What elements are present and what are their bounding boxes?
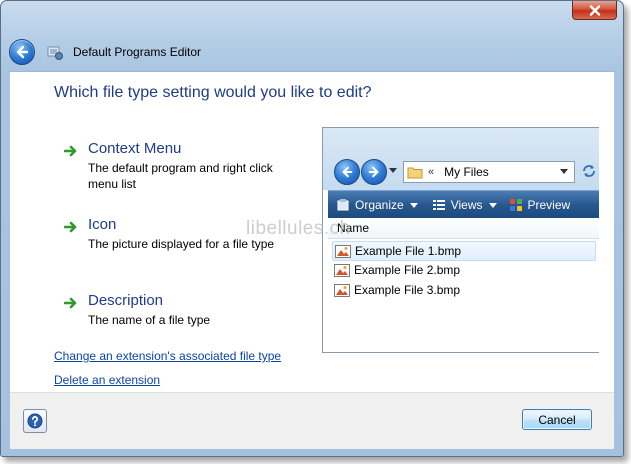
delete-extension-link[interactable]: Delete an extension [54, 373, 160, 387]
organize-menu: Organize [336, 198, 418, 212]
help-button[interactable] [23, 409, 47, 433]
address-text: My Files [444, 165, 489, 179]
back-button[interactable] [9, 39, 35, 65]
list-item: Example File 2.bmp [332, 261, 460, 279]
list-item: Example File 3.bmp [332, 281, 460, 299]
organize-label: Organize [355, 198, 404, 212]
nav-row: Default Programs Editor [9, 39, 201, 65]
preview-back-button [334, 159, 360, 185]
preview-address-bar: « My Files [403, 161, 575, 183]
option-title: Icon [88, 216, 117, 233]
chevron-down-icon [560, 169, 568, 174]
bitmap-file-icon [334, 263, 350, 277]
file-name: Example File 3.bmp [354, 283, 461, 297]
chevron-down-icon [488, 202, 497, 208]
option-title: Description [88, 292, 164, 309]
bitmap-file-icon [335, 244, 351, 258]
watermark: libellules.ch [246, 218, 351, 239]
refresh-icon [583, 165, 595, 177]
list-item: Example File 1.bmp [332, 241, 596, 261]
views-menu: Views [432, 198, 497, 212]
views-label: Views [450, 198, 483, 212]
preview-navbar: « My Files [323, 128, 599, 190]
preview-pane-icon [509, 199, 522, 211]
window-title: Default Programs Editor [73, 45, 202, 59]
preview-file-list: Name Example File 1.bmp Example File 2.b… [328, 218, 599, 352]
close-icon [589, 4, 600, 16]
green-arrow-icon [64, 297, 77, 309]
option-description-text: The name of a file type [88, 313, 211, 327]
arrow-left-icon [16, 45, 29, 59]
preview-menu: Preview [509, 198, 571, 212]
arrow-right-icon [368, 166, 379, 178]
preview-label: Preview [527, 198, 571, 212]
explorer-preview: « My Files Organize Views Preview Name E… [322, 127, 599, 353]
app-icon [47, 46, 63, 60]
green-arrow-icon [64, 145, 77, 157]
chevron-down-icon [389, 168, 397, 173]
dialog-window: Default Programs Editor Which file type … [0, 0, 624, 457]
folder-icon [407, 167, 423, 178]
file-name: Example File 2.bmp [354, 263, 461, 277]
organize-icon [337, 199, 349, 211]
page-heading: Which file type setting would you like t… [54, 84, 372, 101]
column-header: Name [328, 218, 599, 239]
arrow-left-icon [342, 166, 353, 178]
cancel-button[interactable]: Cancel [522, 409, 592, 430]
preview-toolbar: Organize Views Preview [328, 190, 599, 219]
green-arrow-icon [64, 221, 77, 233]
option-description: The default program and right click menu… [88, 161, 273, 191]
help-icon [27, 413, 43, 429]
chevron-down-icon [409, 202, 418, 208]
views-icon [432, 200, 445, 210]
close-button[interactable] [572, 1, 617, 20]
main-content: Which file type setting would you like t… [10, 71, 614, 392]
option-title: Context Menu [88, 140, 182, 157]
dialog-footer: Cancel [10, 392, 614, 449]
bitmap-file-icon [334, 283, 350, 297]
change-extension-link[interactable]: Change an extension's associated file ty… [54, 349, 281, 363]
address-chevron: « [428, 166, 435, 178]
preview-forward-button [361, 159, 387, 185]
file-name: Example File 1.bmp [355, 244, 462, 258]
